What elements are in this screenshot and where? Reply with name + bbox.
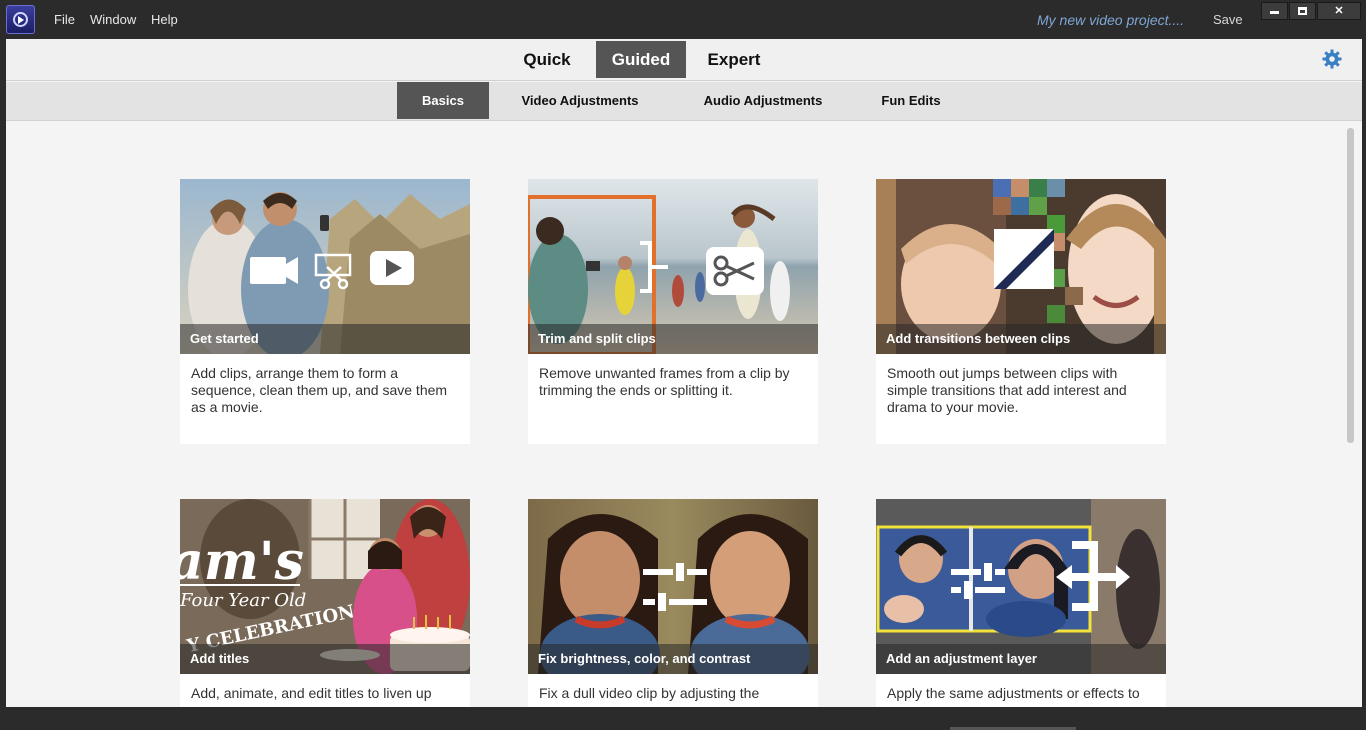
maximize-icon xyxy=(1298,7,1307,15)
maximize-button[interactable] xyxy=(1289,2,1316,20)
card-add-titles[interactable]: am's Four Year Old Y CELEBRATION Add tit… xyxy=(180,499,470,707)
minimize-icon xyxy=(1270,11,1279,14)
card-description: Add, animate, and edit titles to liven u… xyxy=(191,685,432,701)
card-title: Get started xyxy=(180,324,470,354)
transition-icon xyxy=(994,229,1054,289)
card-thumbnail: am's Four Year Old Y CELEBRATION Add tit… xyxy=(180,499,470,674)
close-icon: ✕ xyxy=(1334,5,1344,17)
svg-text:am's: am's xyxy=(180,531,304,592)
tab-fun-edits[interactable]: Fun Edits xyxy=(868,82,954,119)
card-add-transitions[interactable]: Add transitions between clips Smooth out… xyxy=(876,179,1166,444)
card-description: Fix a dull video clip by adjusting the xyxy=(539,685,760,701)
close-button[interactable]: ✕ xyxy=(1317,2,1361,20)
sub-tab-bar: Basics Video Adjustments Audio Adjustmen… xyxy=(6,82,1362,121)
card-thumbnail: Trim and split clips xyxy=(528,179,818,354)
bottom-strip xyxy=(0,707,1366,730)
card-title: Trim and split clips xyxy=(528,324,818,354)
card-title: Add titles xyxy=(180,644,470,674)
app-logo-icon xyxy=(6,5,35,34)
card-thumbnail: Fix brightness, color, and contrast xyxy=(528,499,818,674)
tab-quick[interactable]: Quick xyxy=(512,41,582,78)
vertical-scrollbar[interactable] xyxy=(1347,128,1354,443)
tab-guided[interactable]: Guided xyxy=(596,41,686,78)
gear-icon[interactable] xyxy=(1322,49,1342,69)
card-thumbnail: Add an adjustment layer xyxy=(876,499,1166,674)
card-get-started[interactable]: Get started Add clips, arrange them to f… xyxy=(180,179,470,444)
card-adjustment-layer[interactable]: Add an adjustment layer Apply the same a… xyxy=(876,499,1166,707)
card-fix-brightness[interactable]: Fix brightness, color, and contrast Fix … xyxy=(528,499,818,707)
card-description: Apply the same adjustments or effects to xyxy=(887,685,1140,701)
save-button[interactable]: Save xyxy=(1213,12,1243,27)
svg-text:Four Year Old: Four Year Old xyxy=(180,590,306,611)
card-description: Remove unwanted frames from a clip by tr… xyxy=(539,365,790,398)
title-bar: File Window Help My new video project...… xyxy=(0,0,1366,39)
tab-expert[interactable]: Expert xyxy=(697,41,771,78)
menu-help[interactable]: Help xyxy=(151,12,178,27)
card-trim-split[interactable]: Trim and split clips Remove unwanted fra… xyxy=(528,179,818,444)
card-title: Fix brightness, color, and contrast xyxy=(528,644,818,674)
mode-bar: Quick Guided Expert xyxy=(6,39,1362,81)
tab-basics[interactable]: Basics xyxy=(397,82,489,119)
card-thumbnail: Add transitions between clips xyxy=(876,179,1166,354)
card-title: Add an adjustment layer xyxy=(876,644,1166,674)
scissors-icon xyxy=(706,247,764,295)
menu-window[interactable]: Window xyxy=(90,12,136,27)
tab-video-adjustments[interactable]: Video Adjustments xyxy=(506,82,654,119)
app-workspace: Quick Guided Expert Basics Video Adjustm… xyxy=(6,39,1362,707)
card-title: Add transitions between clips xyxy=(876,324,1166,354)
play-icon xyxy=(370,251,414,285)
tab-audio-adjustments[interactable]: Audio Adjustments xyxy=(688,82,838,119)
card-description: Add clips, arrange them to form a sequen… xyxy=(191,365,448,415)
card-description: Smooth out jumps between clips with simp… xyxy=(887,365,1127,415)
minimize-button[interactable] xyxy=(1261,2,1288,20)
menu-file[interactable]: File xyxy=(54,12,75,27)
project-name[interactable]: My new video project.... xyxy=(1037,12,1184,28)
card-thumbnail: Get started xyxy=(180,179,470,354)
guided-edits-grid: Get started Add clips, arrange them to f… xyxy=(6,122,1362,707)
